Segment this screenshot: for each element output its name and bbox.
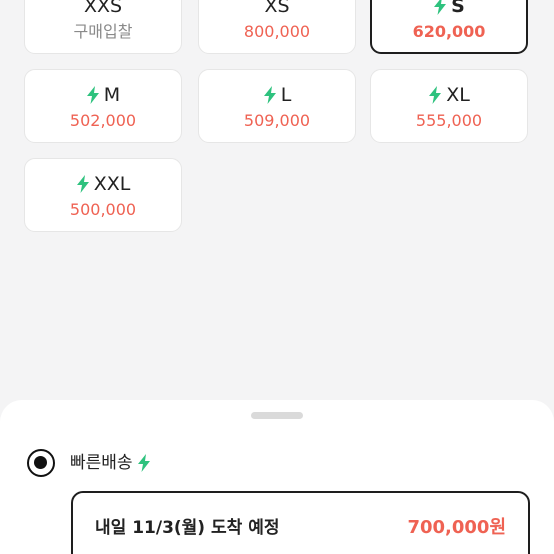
size-name: XXL	[25, 172, 181, 196]
size-select-page: XXS 구매입찰 XS 800,000 S 620,000 M 502,000 …	[0, 0, 554, 554]
delivery-price: 700,000원	[407, 517, 506, 538]
lightning-icon	[76, 175, 90, 193]
shipping-bottom-sheet: 빠른배송 내일 11/3(월) 도착 예정 700,000원	[0, 400, 554, 554]
size-label: M	[103, 84, 121, 106]
size-name: M	[25, 83, 181, 107]
delivery-date-text: 내일 11/3(월) 도착 예정	[95, 518, 280, 538]
size-price: 502,000	[69, 111, 137, 130]
size-price: 509,000	[243, 111, 311, 130]
size-option-xl[interactable]: XL 555,000	[370, 69, 528, 143]
size-name: XXS	[25, 0, 181, 18]
size-option-l[interactable]: L 509,000	[198, 69, 356, 143]
size-name: S	[372, 0, 526, 18]
sheet-drag-handle[interactable]	[251, 412, 303, 419]
lightning-icon	[86, 86, 100, 104]
lightning-icon	[428, 86, 442, 104]
fast-shipping-radio[interactable]	[27, 449, 55, 477]
size-option-s[interactable]: S 620,000	[370, 0, 528, 54]
size-label: XXL	[93, 173, 131, 195]
lightning-icon	[137, 454, 151, 472]
radio-selected-dot	[34, 456, 47, 469]
size-bid-label: 구매입찰	[73, 22, 133, 41]
size-price: 555,000	[415, 111, 483, 130]
lightning-icon	[433, 0, 447, 15]
size-name: L	[199, 83, 355, 107]
size-name: XS	[199, 0, 355, 18]
size-option-xxs[interactable]: XXS 구매입찰	[24, 0, 182, 54]
size-name: XL	[371, 83, 527, 107]
size-price: 800,000	[243, 22, 311, 41]
delivery-option-card[interactable]: 내일 11/3(월) 도착 예정 700,000원	[71, 491, 530, 554]
fast-shipping-label-row[interactable]: 빠른배송	[70, 452, 153, 474]
size-label: L	[280, 84, 292, 106]
fast-shipping-label: 빠른배송	[70, 453, 133, 473]
size-option-xxl[interactable]: XXL 500,000	[24, 158, 182, 232]
size-option-xs[interactable]: XS 800,000	[198, 0, 356, 54]
lightning-icon	[263, 86, 277, 104]
size-option-m[interactable]: M 502,000	[24, 69, 182, 143]
size-price: 620,000	[412, 22, 486, 41]
size-label: XXS	[83, 0, 123, 17]
size-label: XS	[264, 0, 290, 17]
size-label: S	[451, 0, 465, 17]
size-label: XL	[446, 84, 470, 106]
size-price: 500,000	[69, 200, 137, 219]
